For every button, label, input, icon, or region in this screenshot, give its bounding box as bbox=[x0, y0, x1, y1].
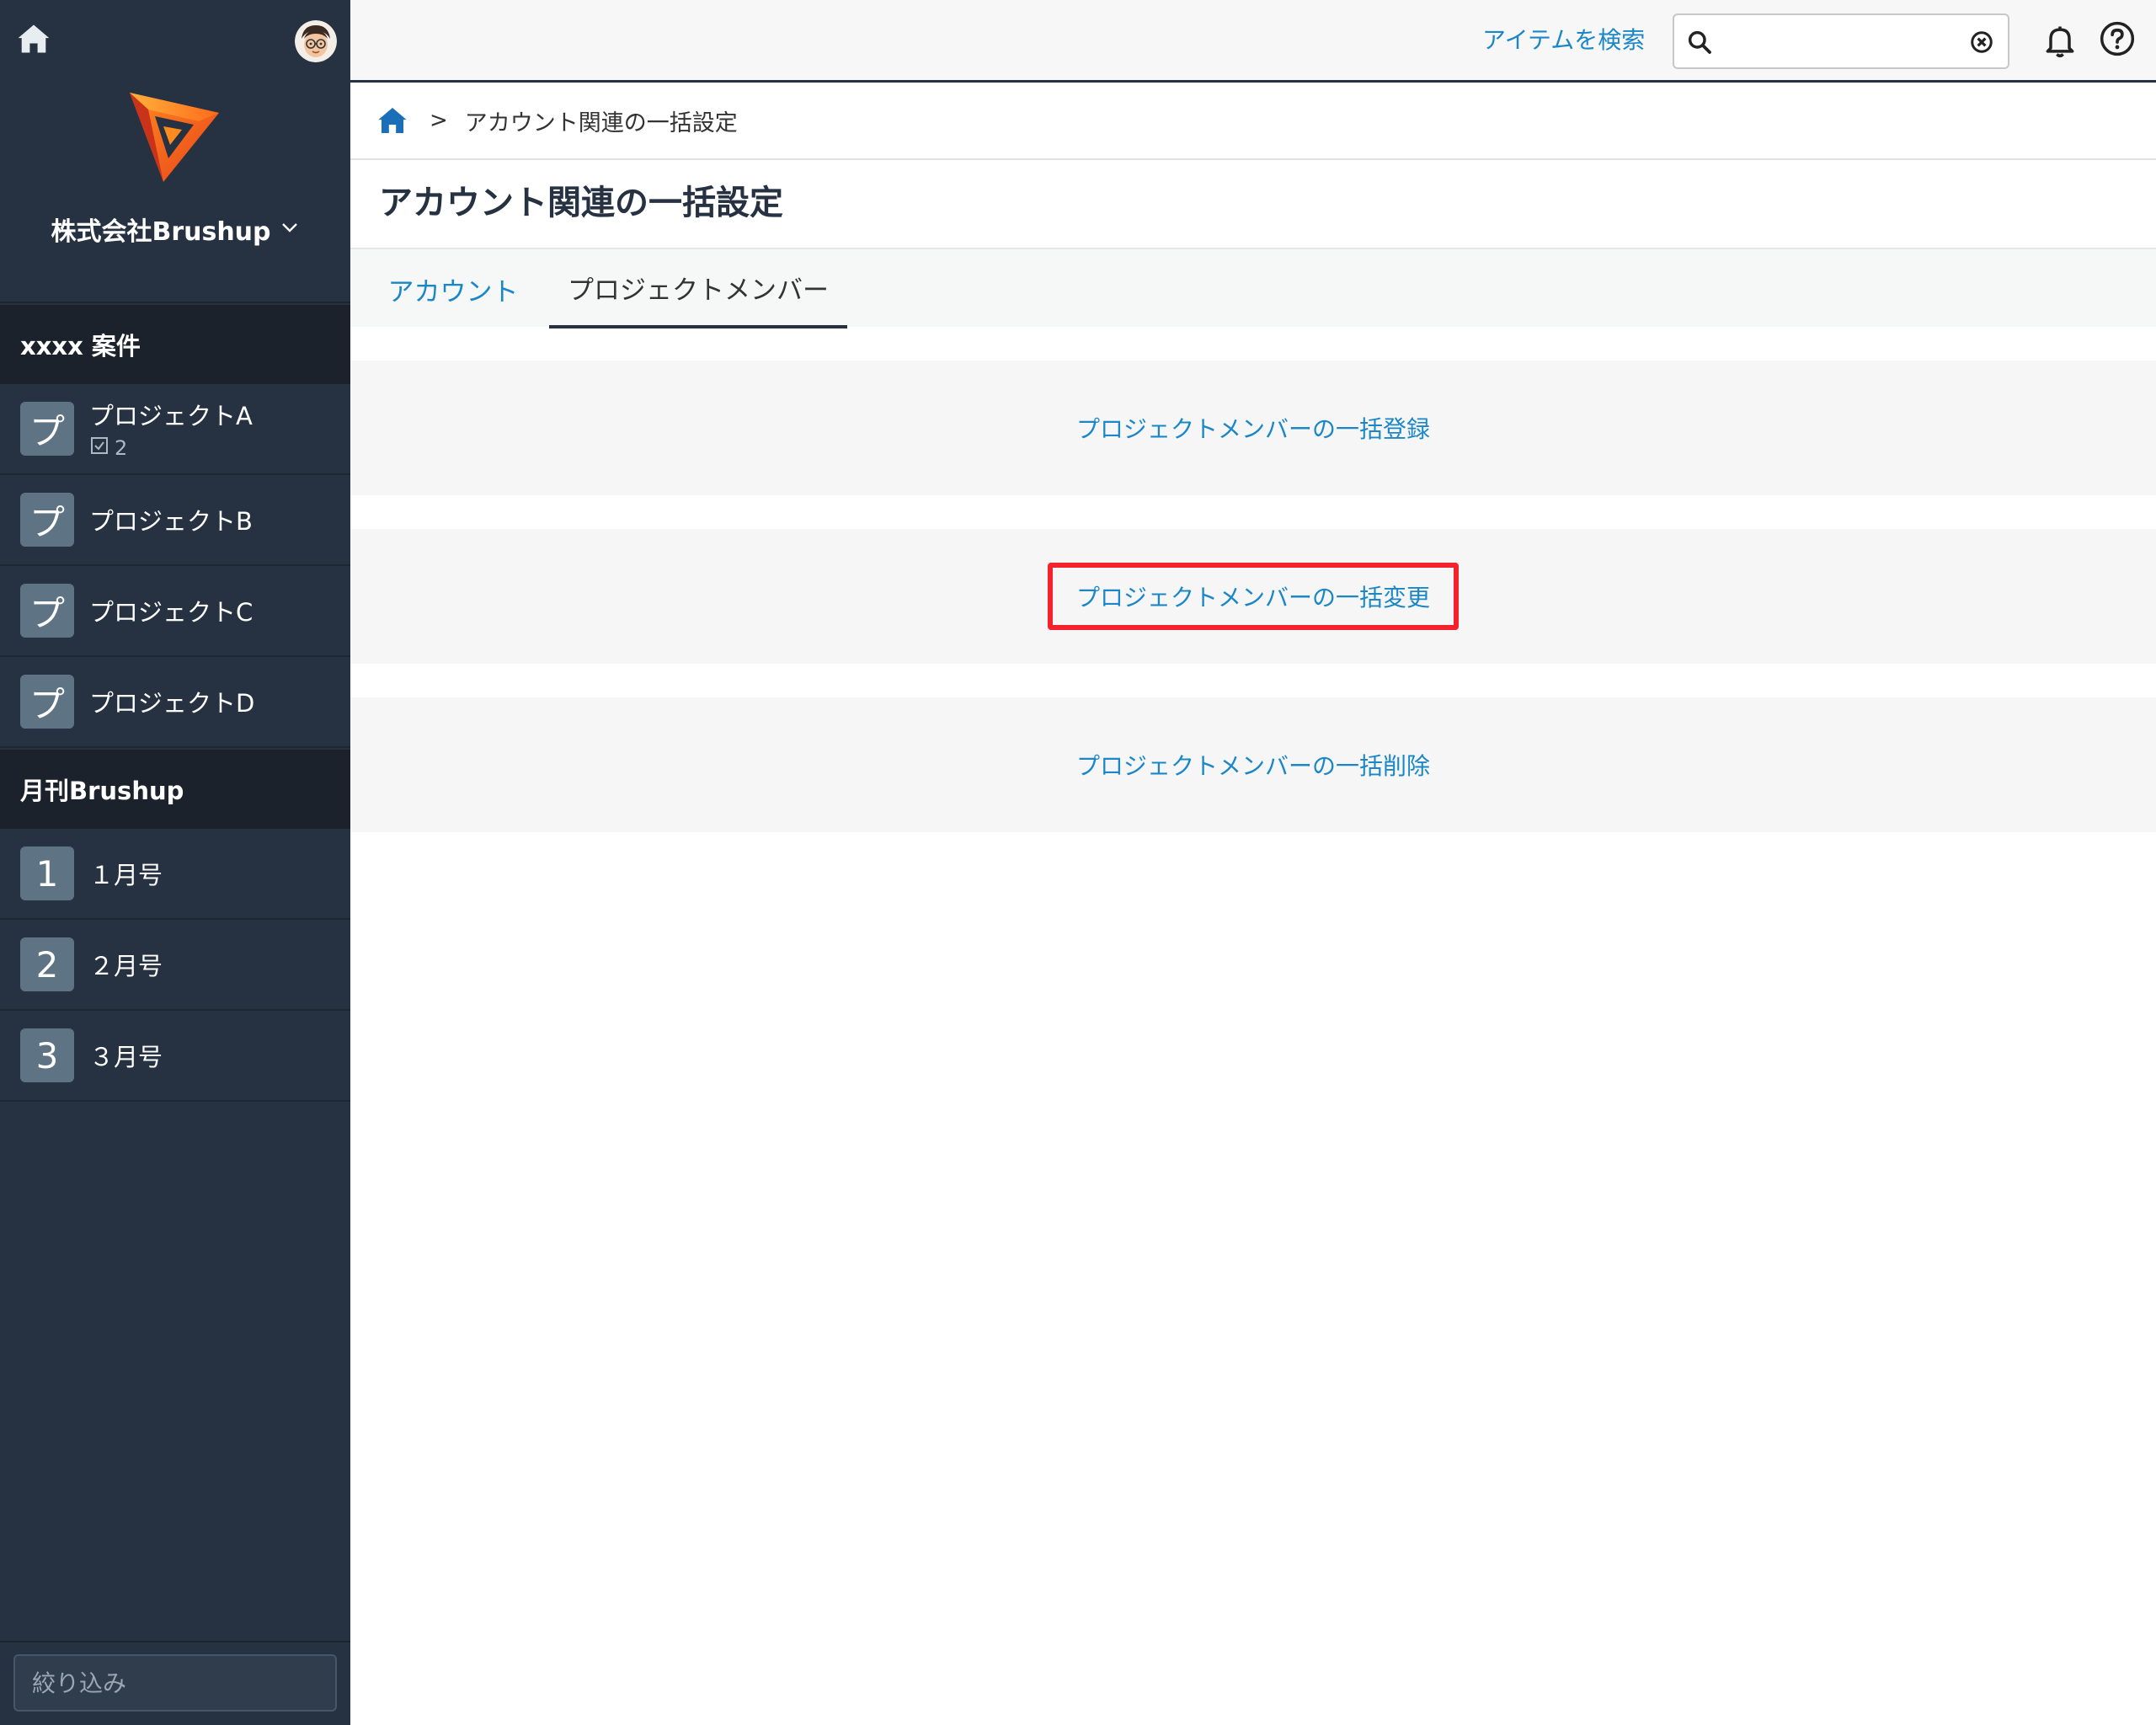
project-badge: プ bbox=[20, 402, 74, 456]
sidebar-filter bbox=[0, 1641, 350, 1725]
action-row-bulk-change: プロジェクトメンバーの一括変更 bbox=[350, 529, 2156, 664]
task-count-value: 2 bbox=[115, 436, 128, 460]
breadcrumb-current: アカウント関連の一括設定 bbox=[464, 109, 738, 136]
sidebar-item-issue-3[interactable]: 3 ３月号 bbox=[0, 1011, 350, 1102]
sidebar-item-label: ２月号 bbox=[89, 952, 163, 980]
search-box bbox=[1673, 13, 2009, 69]
sidebar-item-label: １月号 bbox=[89, 861, 163, 889]
brushup-logo bbox=[126, 88, 224, 185]
sidebar-item-issue-2[interactable]: 2 ２月号 bbox=[0, 920, 350, 1011]
tab-project-members[interactable]: プロジェクトメンバー bbox=[549, 249, 847, 328]
checklist-icon bbox=[89, 435, 109, 461]
item-search-link[interactable]: アイテムを検索 bbox=[1482, 22, 1645, 59]
page-title: アカウント関連の一括設定 bbox=[379, 184, 783, 222]
sidebar-divider bbox=[0, 302, 350, 303]
sidebar-group-header: xxxx 案件 bbox=[0, 305, 350, 384]
sidebar-item-project-c[interactable]: プ プロジェクトC bbox=[0, 566, 350, 657]
chevron-down-icon bbox=[280, 215, 300, 244]
sidebar-item-label: プロジェクトB bbox=[89, 507, 253, 536]
sidebar-item-label: プロジェクトC bbox=[89, 598, 253, 627]
home-icon[interactable] bbox=[376, 104, 409, 137]
sidebar-group-header: 月刊Brushup bbox=[0, 750, 350, 829]
user-avatar[interactable] bbox=[295, 20, 337, 62]
sidebar-item-label: ３月号 bbox=[89, 1043, 163, 1071]
help-icon[interactable] bbox=[2099, 20, 2136, 57]
search-icon bbox=[1686, 29, 1713, 56]
sidebar-item-project-d[interactable]: プ プロジェクトD bbox=[0, 657, 350, 748]
top-bar: アイテムを検索 bbox=[350, 0, 2156, 83]
sidebar-item-label: プロジェクトD bbox=[89, 689, 255, 718]
sidebar-item-label: プロジェクトA bbox=[89, 402, 253, 430]
tab-account[interactable]: アカウント bbox=[381, 249, 526, 328]
issue-badge: 3 bbox=[20, 1028, 74, 1082]
bulk-delete-link[interactable]: プロジェクトメンバーの一括削除 bbox=[1063, 738, 1444, 792]
bulk-register-link[interactable]: プロジェクトメンバーの一括登録 bbox=[1063, 401, 1444, 455]
breadcrumb: > アカウント関連の一括設定 bbox=[350, 83, 2156, 160]
sidebar-item-project-a[interactable]: プ プロジェクトA 2 bbox=[0, 384, 350, 475]
org-name: 株式会社Brushup bbox=[51, 217, 271, 247]
action-row-bulk-register: プロジェクトメンバーの一括登録 bbox=[350, 360, 2156, 495]
filter-input[interactable] bbox=[13, 1654, 337, 1712]
sidebar: 株式会社Brushup xxxx 案件 プ プロジェクトA 2 プ プロジェクト… bbox=[0, 0, 350, 1725]
bulk-change-link[interactable]: プロジェクトメンバーの一括変更 bbox=[1047, 563, 1459, 630]
action-row-bulk-delete: プロジェクトメンバーの一括削除 bbox=[350, 697, 2156, 832]
org-switcher[interactable]: 株式会社Brushup bbox=[0, 211, 350, 248]
group-name: 月刊Brushup bbox=[20, 777, 184, 805]
project-badge: プ bbox=[20, 675, 74, 729]
home-icon[interactable] bbox=[15, 20, 52, 57]
tab-bar: アカウント プロジェクトメンバー bbox=[350, 248, 2156, 328]
main-content: > アカウント関連の一括設定 アカウント関連の一括設定 アカウント プロジェクト… bbox=[350, 83, 2156, 1725]
issue-badge: 2 bbox=[20, 937, 74, 991]
bell-icon[interactable] bbox=[2041, 22, 2079, 59]
sidebar-item-project-b[interactable]: プ プロジェクトB bbox=[0, 475, 350, 566]
search-input[interactable] bbox=[1721, 22, 1966, 61]
project-badge: プ bbox=[20, 493, 74, 547]
breadcrumb-separator: > bbox=[430, 108, 448, 133]
issue-badge: 1 bbox=[20, 846, 74, 900]
task-count: 2 bbox=[89, 435, 253, 461]
project-badge: プ bbox=[20, 584, 74, 638]
group-name: xxxx 案件 bbox=[20, 332, 141, 360]
sidebar-item-issue-1[interactable]: 1 １月号 bbox=[0, 829, 350, 920]
clear-icon[interactable] bbox=[1969, 29, 1994, 55]
